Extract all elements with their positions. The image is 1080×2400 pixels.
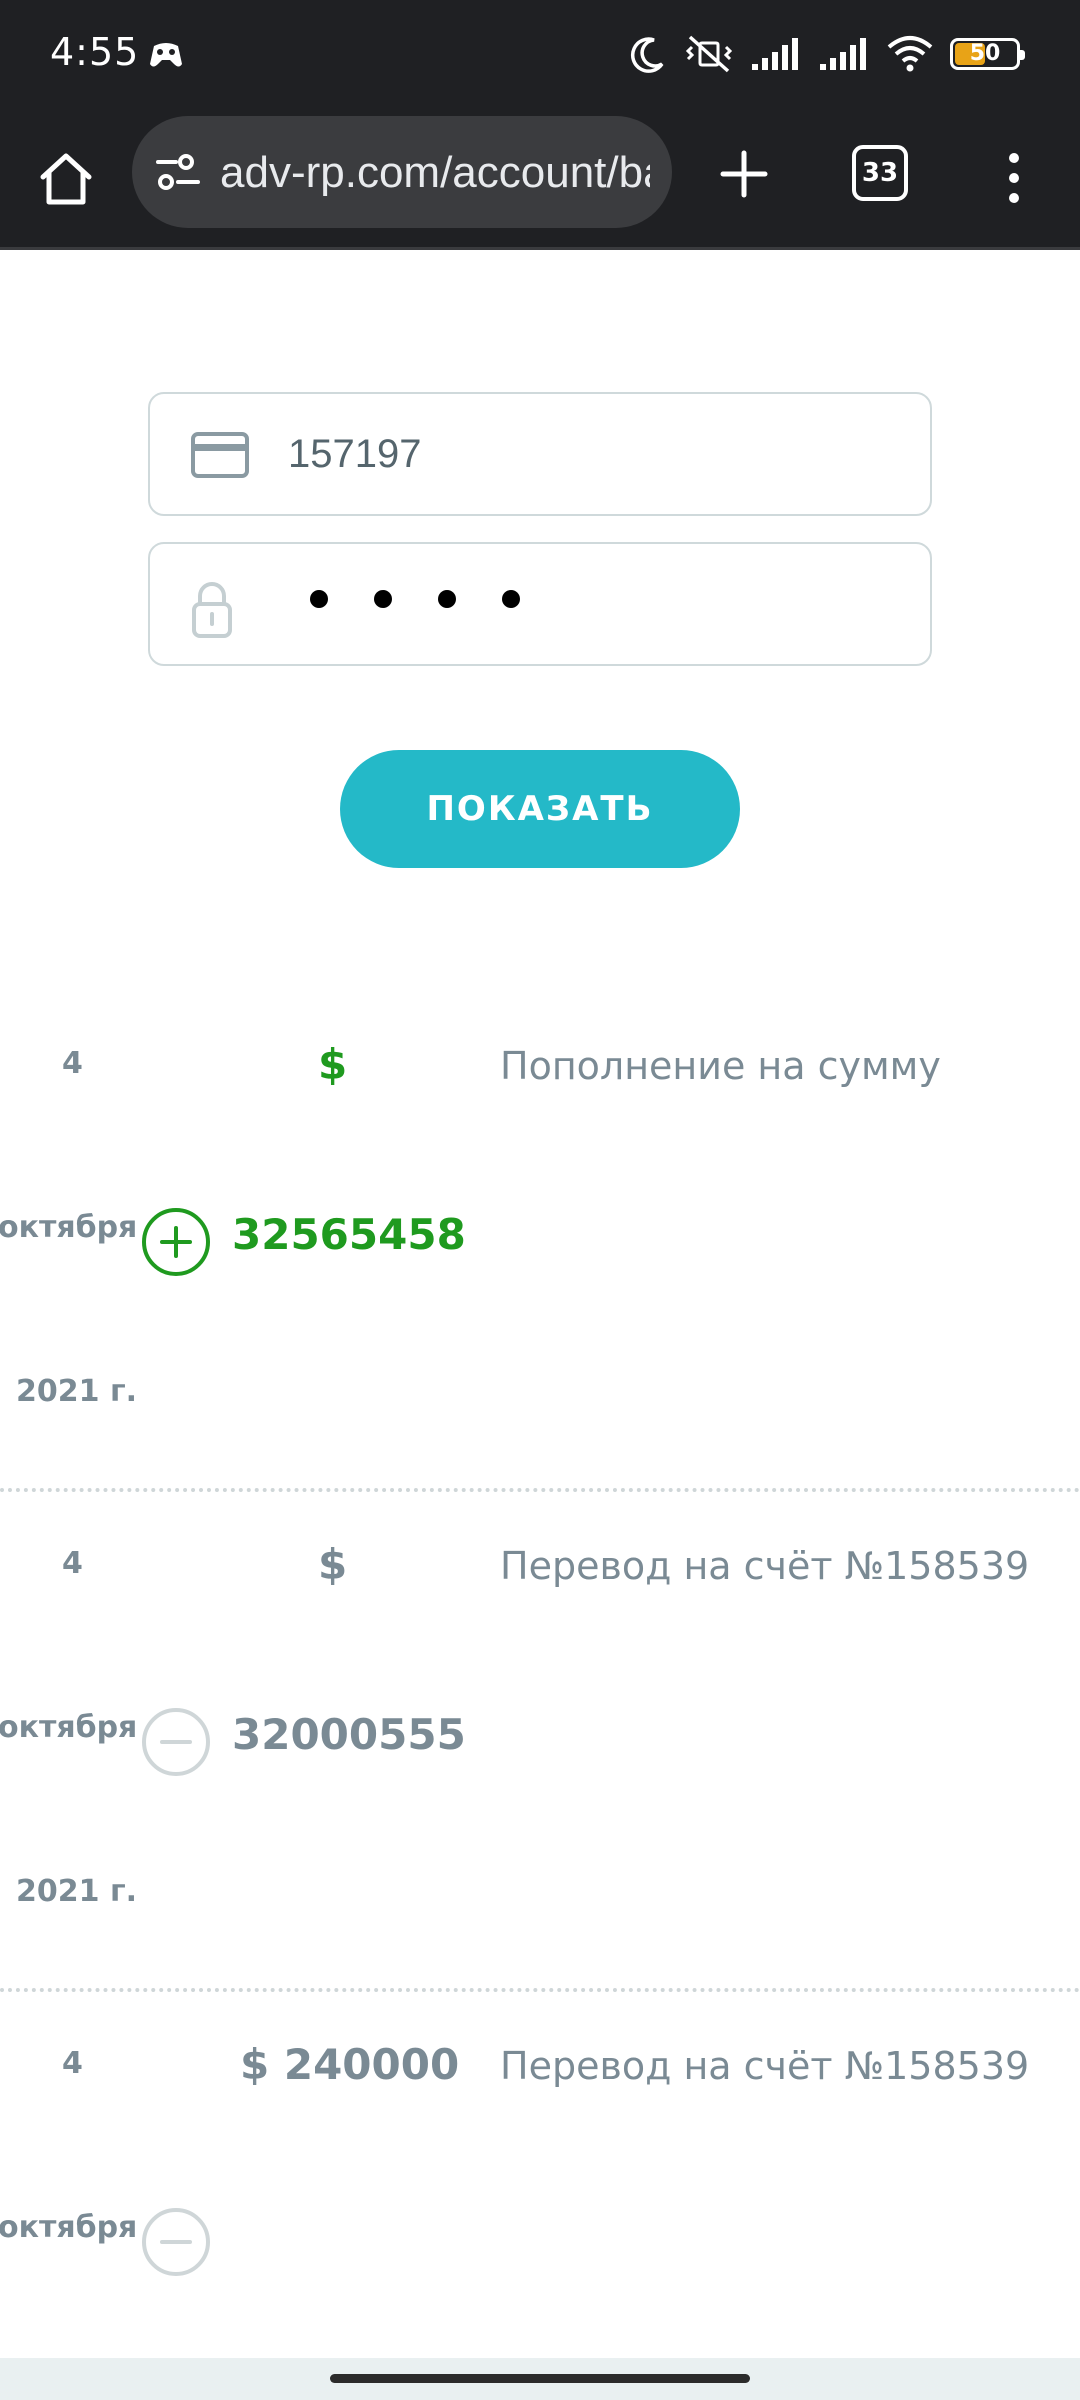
status-time: 4:55 — [50, 30, 140, 74]
transaction-currency: $ — [318, 1540, 348, 1589]
transaction-description: Перевод на счёт №158539 — [500, 1544, 1030, 1588]
transaction-month: октября — [0, 2210, 138, 2245]
password-masked-value[interactable] — [310, 590, 520, 608]
account-number-field[interactable]: 157197 — [148, 392, 932, 516]
overflow-menu-icon — [1009, 153, 1019, 163]
site-settings-icon[interactable] — [154, 150, 202, 194]
transaction-month: октября — [0, 1710, 138, 1745]
transaction-month: октября — [0, 1210, 138, 1245]
wifi-icon — [887, 36, 933, 72]
transaction-year: 2021 г. — [16, 1374, 138, 1409]
transaction-amount: 32565458 — [232, 1210, 466, 1259]
income-plus-icon — [142, 1208, 210, 1276]
credit-card-icon — [191, 432, 249, 478]
transaction-day: 4 — [62, 2046, 83, 2081]
home-icon — [40, 153, 92, 205]
status-bar: 4:55 50 — [0, 0, 1080, 108]
password-dot — [374, 590, 392, 608]
password-dot — [310, 590, 328, 608]
password-field[interactable] — [148, 542, 932, 666]
home-button[interactable] — [30, 143, 102, 215]
signal-icon — [752, 38, 798, 70]
password-dot — [502, 590, 520, 608]
battery-icon: 50 — [950, 38, 1025, 70]
transaction-day: 4 — [62, 1046, 83, 1081]
transaction-year: 2021 г. — [16, 1874, 138, 1909]
plus-icon — [720, 150, 768, 198]
expense-minus-icon — [142, 1708, 210, 1776]
expense-minus-icon — [142, 2208, 210, 2276]
signal-icon — [820, 38, 866, 70]
transaction-row: 4 октября $ 240000 Перевод на счёт №1585… — [0, 2000, 1080, 2400]
game-controller-icon — [150, 43, 182, 67]
transaction-row: 4 октября 2021 г. $ 32000555 Перевод на … — [0, 1500, 1080, 2000]
battery-level: 50 — [969, 41, 1001, 66]
padlock-icon — [192, 582, 232, 638]
muted-vibrate-icon — [685, 35, 733, 73]
moon-icon — [631, 37, 664, 73]
tab-switcher-button[interactable]: 33 — [852, 145, 908, 201]
transaction-divider — [0, 1988, 1080, 1992]
overflow-menu-button[interactable] — [990, 138, 1038, 218]
transaction-day: 4 — [62, 1546, 83, 1581]
browser-toolbar: adv-rp.com/account/bank 33 — [0, 108, 1080, 250]
transaction-description: Перевод на счёт №158539 — [500, 2044, 1030, 2088]
url-text[interactable]: adv-rp.com/account/bank — [220, 148, 650, 198]
password-dot — [438, 590, 456, 608]
transaction-divider — [0, 1488, 1080, 1492]
account-number-value[interactable]: 157197 — [288, 432, 421, 477]
transaction-amount: $ 240000 — [240, 2040, 460, 2089]
transaction-description: Пополнение на сумму — [500, 1044, 941, 1088]
new-tab-button[interactable] — [706, 136, 782, 212]
address-bar[interactable]: adv-rp.com/account/bank — [132, 116, 672, 228]
transaction-currency: $ — [318, 1040, 348, 1089]
gesture-handle[interactable] — [330, 2374, 750, 2383]
overflow-menu-icon — [1009, 173, 1019, 183]
show-button[interactable]: ПОКАЗАТЬ — [340, 750, 740, 868]
transaction-amount: 32000555 — [232, 1710, 466, 1759]
overflow-menu-icon — [1009, 193, 1019, 203]
transaction-row: 4 октября 2021 г. $ 32565458 Пополнение … — [0, 1000, 1080, 1500]
